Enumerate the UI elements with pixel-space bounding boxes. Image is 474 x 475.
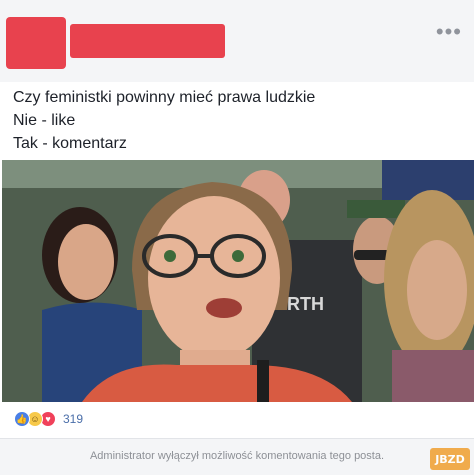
reaction-count[interactable]: 319 (63, 412, 83, 426)
post-line-option-like: Nie - like (13, 112, 76, 129)
shirt-logo-text: RTH (287, 294, 324, 314)
reaction-icons: 👍 ☺ ♥ (14, 411, 60, 429)
post-header: ••• (0, 0, 474, 82)
post-text: Czy feministki powinny mieć prawa ludzki… (13, 86, 315, 155)
more-options-icon[interactable]: ••• (436, 21, 462, 43)
comments-disabled-notice: Administrator wyłączył możliwość komento… (0, 438, 474, 475)
crowd-photo-illustration: RTH (2, 160, 474, 402)
like-icon: 👍 (14, 411, 30, 427)
post-photo[interactable]: RTH (2, 160, 474, 402)
post-line-option-comment: Tak - komentarz (13, 135, 127, 152)
post-line-question: Czy feministki powinny mieć prawa ludzki… (13, 89, 316, 106)
site-watermark-logo: JBZD (430, 448, 470, 470)
redacted-avatar (6, 17, 66, 69)
reactions-bar[interactable]: 👍 ☺ ♥ 319 (0, 402, 474, 438)
redacted-author-name (70, 24, 225, 58)
comments-disabled-text: Administrator wyłączył możliwość komento… (89, 450, 385, 462)
